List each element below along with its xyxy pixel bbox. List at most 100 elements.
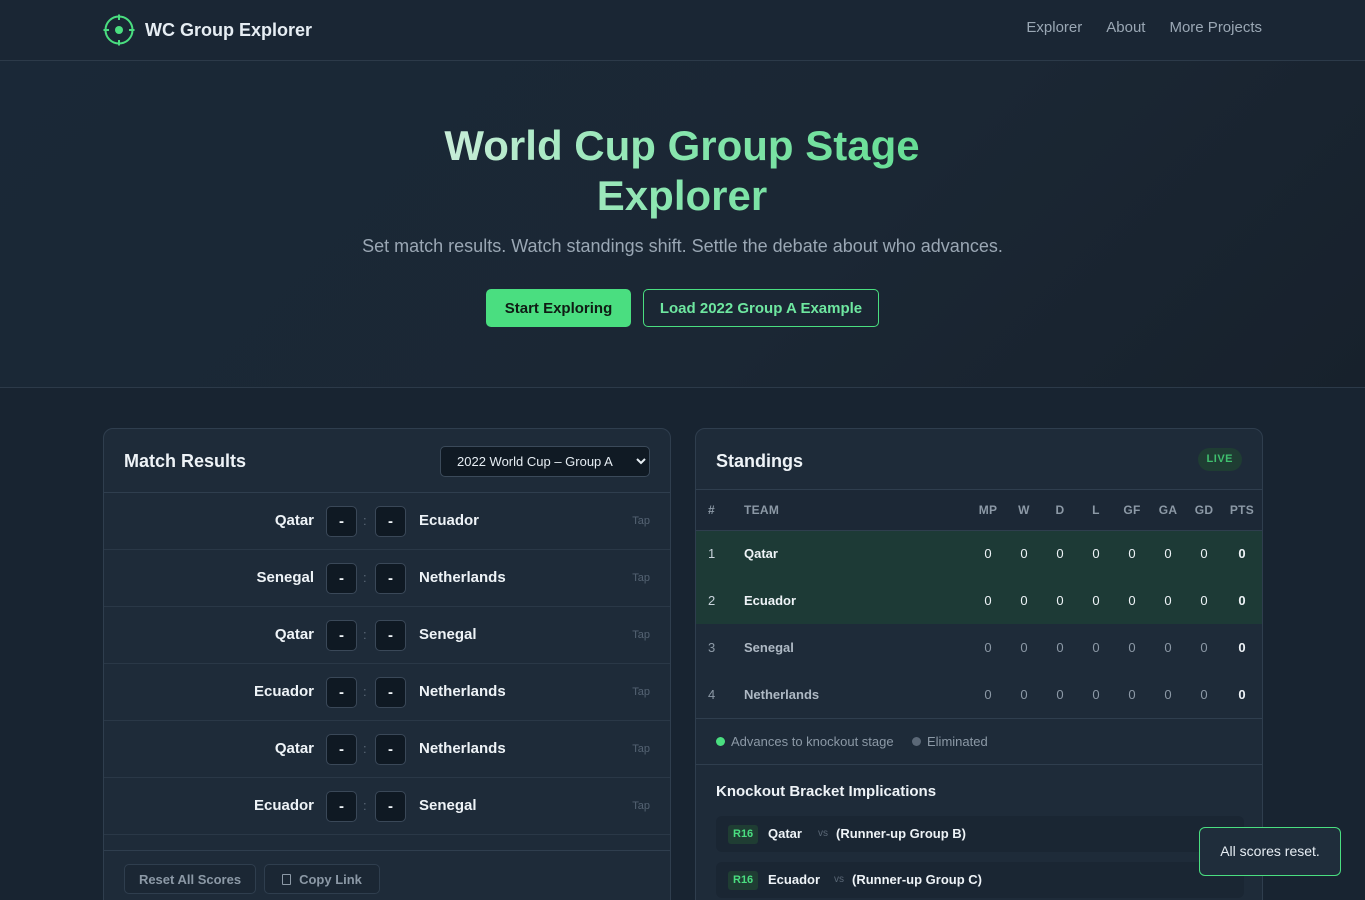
live-badge: LIVE bbox=[1197, 448, 1242, 471]
standing-w: 0 bbox=[1006, 577, 1042, 624]
standing-team: Netherlands bbox=[728, 671, 970, 719]
col-mp: MP bbox=[970, 490, 1006, 531]
versus-label: vs bbox=[834, 874, 844, 885]
home-team: Senegal bbox=[256, 569, 314, 586]
tap-hint: Tap bbox=[632, 686, 650, 698]
away-team: Senegal bbox=[419, 626, 477, 643]
score-separator: : bbox=[363, 570, 367, 585]
home-team: Qatar bbox=[274, 512, 314, 529]
brand[interactable]: WC Group Explorer bbox=[103, 14, 312, 46]
away-score-input[interactable]: - bbox=[375, 677, 406, 708]
tap-hint: Tap bbox=[632, 629, 650, 641]
standings-title: Standings bbox=[716, 451, 804, 471]
match-results-footer: Reset All Scores Copy Link bbox=[104, 850, 670, 900]
col-team: TEAM bbox=[728, 490, 970, 531]
legend-advances-label: Advances to knockout stage bbox=[731, 733, 894, 749]
score-separator: : bbox=[363, 684, 367, 699]
away-team: Senegal bbox=[419, 797, 477, 814]
load-example-button[interactable]: Load 2022 Group A Example bbox=[643, 289, 879, 327]
home-score-input[interactable]: - bbox=[326, 506, 357, 537]
away-team: Netherlands bbox=[419, 683, 506, 700]
standing-l: 0 bbox=[1078, 577, 1114, 624]
standing-mp: 0 bbox=[984, 640, 992, 655]
standing-d: 0 bbox=[1042, 530, 1078, 577]
knockout-row: R16 Ecuador vs (Runner-up Group C) bbox=[716, 862, 1244, 898]
nav-links: Explorer About More Projects bbox=[1026, 19, 1262, 36]
away-score-input[interactable]: - bbox=[375, 734, 406, 765]
top-nav: WC Group Explorer Explorer About More Pr… bbox=[0, 0, 1365, 61]
score-separator: : bbox=[363, 513, 367, 528]
hero-title-line-2: Explorer bbox=[596, 172, 768, 219]
standing-ga: 0 bbox=[1150, 530, 1186, 577]
knockout-opponent: (Runner-up Group C) bbox=[852, 872, 982, 887]
standing-gd: 0 bbox=[1186, 577, 1222, 624]
round-badge: R16 bbox=[728, 825, 759, 844]
standing-position: 3 bbox=[708, 640, 716, 655]
tap-hint: Tap bbox=[632, 515, 650, 527]
col-pos: # bbox=[696, 490, 728, 531]
toast-notification: All scores reset. bbox=[1199, 827, 1341, 876]
standings-body: 1 Qatar 0 0 0 0 0 0 0 0 2 Ecuador 0 0 0 0 0 0 0 0 3 Senegal 0 0… bbox=[696, 530, 1262, 719]
nav-link-more-projects[interactable]: More Projects bbox=[1169, 19, 1262, 36]
match-row: Qatar -: - Netherlands Tap bbox=[104, 721, 670, 778]
home-score-input[interactable]: - bbox=[326, 620, 357, 651]
standing-team: Senegal bbox=[744, 640, 794, 655]
standings-row: 3 Senegal 0 0 0 0 0 0 0 0 bbox=[696, 624, 1262, 671]
nav-link-about[interactable]: About bbox=[1106, 19, 1145, 36]
home-score-input[interactable]: - bbox=[326, 677, 357, 708]
standings-panel: Standings LIVE # TEAM MP W D L GF GA GD … bbox=[695, 428, 1263, 900]
match-row: Qatar -: - Ecuador Tap bbox=[104, 493, 670, 550]
standing-mp: 0 bbox=[970, 530, 1006, 577]
away-score-input[interactable]: - bbox=[375, 791, 406, 822]
col-gf: GF bbox=[1114, 490, 1150, 531]
reset-all-scores-button[interactable]: Reset All Scores bbox=[124, 864, 256, 894]
standings-row: 2 Ecuador 0 0 0 0 0 0 0 0 bbox=[696, 577, 1262, 624]
match-results-header: Match Results 2022 World Cup – Group A bbox=[104, 429, 670, 493]
standing-position: 2 bbox=[696, 577, 728, 624]
gray-dot-icon bbox=[912, 736, 921, 746]
standing-gf: 0 bbox=[1114, 530, 1150, 577]
copy-link-button[interactable]: Copy Link bbox=[264, 864, 380, 894]
standing-position: 4 bbox=[696, 671, 728, 719]
legend-advances: Advances to knockout stage bbox=[716, 734, 894, 749]
standing-l: 0 bbox=[1078, 671, 1114, 719]
home-score-input[interactable]: - bbox=[326, 791, 357, 822]
knockout-title: Knockout Bracket Implications bbox=[716, 783, 937, 800]
home-team: Qatar bbox=[274, 740, 314, 757]
home-team: Qatar bbox=[274, 626, 314, 643]
crosshair-icon bbox=[103, 14, 135, 46]
col-d: D bbox=[1042, 490, 1078, 531]
away-score-input[interactable]: - bbox=[375, 563, 406, 594]
standing-ga: 0 bbox=[1150, 577, 1186, 624]
standings-header-row: # TEAM MP W D L GF GA GD PTS bbox=[696, 490, 1262, 531]
standings-legend: Advances to knockout stage Eliminated bbox=[696, 719, 1262, 765]
group-select[interactable]: 2022 World Cup – Group A bbox=[440, 446, 650, 477]
copy-icon bbox=[282, 873, 292, 885]
standing-gf: 0 bbox=[1114, 671, 1150, 719]
knockout-row: R16 Qatar vs (Runner-up Group B) bbox=[716, 816, 1244, 852]
standing-pts: 0 bbox=[1222, 577, 1262, 624]
nav-link-explorer[interactable]: Explorer bbox=[1026, 19, 1082, 36]
away-score-input[interactable]: - bbox=[375, 506, 406, 537]
away-team: Netherlands bbox=[419, 569, 506, 586]
col-pts: PTS bbox=[1222, 490, 1262, 531]
start-exploring-button[interactable]: Start Exploring bbox=[486, 289, 631, 327]
match-row: Qatar -: - Senegal Tap bbox=[104, 607, 670, 664]
home-team: Ecuador bbox=[253, 683, 314, 700]
col-ga: GA bbox=[1150, 490, 1186, 531]
versus-label: vs bbox=[818, 828, 828, 839]
away-score-input[interactable]: - bbox=[375, 620, 406, 651]
standing-team: Qatar bbox=[728, 530, 970, 577]
green-dot-icon bbox=[716, 736, 725, 746]
legend-eliminated: Eliminated bbox=[912, 734, 988, 749]
home-score-input[interactable]: - bbox=[326, 563, 357, 594]
standing-position: 1 bbox=[696, 530, 728, 577]
home-score-input[interactable]: - bbox=[326, 734, 357, 765]
home-team: Ecuador bbox=[253, 797, 314, 814]
knockout-team: Ecuador bbox=[768, 872, 821, 887]
standing-l: 0 bbox=[1078, 530, 1114, 577]
standings-table: # TEAM MP W D L GF GA GD PTS 1 Qatar 0 0 0 0 0… bbox=[696, 490, 1262, 719]
match-row: Ecuador -: - Netherlands Tap bbox=[104, 664, 670, 721]
copy-link-label: Copy Link bbox=[299, 871, 362, 887]
standing-pts: 0 bbox=[1222, 530, 1262, 577]
